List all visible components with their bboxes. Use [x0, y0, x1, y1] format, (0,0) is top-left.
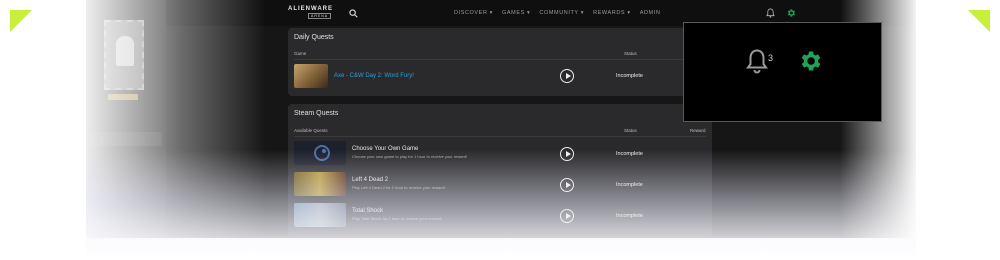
- quest-title[interactable]: Total Shock: [352, 208, 383, 214]
- daily-quests-panel: Daily Quests Game Status Axe - C&W Day 2…: [288, 28, 712, 96]
- panel-title: Steam Quests: [294, 110, 339, 117]
- quest-status: Incomplete: [616, 182, 643, 188]
- sidebar: [86, 0, 166, 238]
- column-header-reward: Reward: [690, 128, 706, 133]
- avatar[interactable]: [104, 20, 144, 90]
- side-nav-item[interactable]: [90, 180, 162, 194]
- column-header-available: Available Quests: [294, 128, 328, 133]
- gear-icon[interactable]: [786, 8, 796, 18]
- play-icon[interactable]: [560, 178, 574, 192]
- nav-item-admin[interactable]: ADMIN: [640, 10, 661, 16]
- quest-status: Incomplete: [616, 151, 643, 157]
- play-icon[interactable]: [560, 147, 574, 161]
- header-actions-popup: [683, 22, 882, 122]
- play-icon[interactable]: [560, 69, 574, 83]
- quest-thumbnail: [294, 64, 328, 88]
- nav-item-rewards[interactable]: REWARDS ▾: [593, 10, 631, 16]
- quest-status: Incomplete: [616, 213, 643, 219]
- side-nav-item[interactable]: [90, 132, 162, 146]
- panel-title: Daily Quests: [294, 34, 334, 41]
- column-header-status: Status: [624, 51, 637, 56]
- nav-item-discover[interactable]: DISCOVER ▾: [454, 10, 493, 16]
- user-level-badge: [108, 94, 138, 100]
- search-icon[interactable]: [349, 9, 358, 18]
- corner-accent-left: [10, 10, 32, 32]
- divider: [294, 59, 706, 60]
- nav-item-community[interactable]: COMMUNITY ▾: [539, 10, 584, 16]
- notification-count-badge: 3: [768, 53, 774, 63]
- logo-subtitle: ARENA: [308, 13, 332, 19]
- quest-description: Play Left 4 Dead 2 for 1 hour to receive…: [352, 185, 445, 190]
- steam-quests-panel: Steam Quests Available Quests Status Rew…: [288, 104, 712, 238]
- quest-thumbnail: [294, 172, 346, 196]
- divider: [294, 136, 706, 137]
- quest-title[interactable]: Left 4 Dead 2: [352, 177, 388, 183]
- nav-item-games[interactable]: GAMES ▾: [502, 10, 530, 16]
- play-icon[interactable]: [560, 209, 574, 223]
- settings-gear-icon[interactable]: [797, 48, 823, 74]
- main-menu: DISCOVER ▾ GAMES ▾ COMMUNITY ▾ REWARDS ▾…: [454, 10, 660, 16]
- steam-logo-icon: [314, 145, 330, 161]
- bell-icon[interactable]: [766, 8, 775, 18]
- column-header-status: Status: [624, 128, 637, 133]
- side-nav-item[interactable]: [90, 164, 162, 178]
- side-nav: [86, 130, 166, 212]
- quest-thumbnail: [294, 141, 346, 165]
- quest-title-link[interactable]: Axe - C&W Day 2: Word Fury!: [334, 73, 414, 79]
- quest-thumbnail: [294, 203, 346, 227]
- corner-accent-right: [968, 10, 990, 32]
- side-nav-item[interactable]: [90, 148, 162, 162]
- quest-status: Incomplete: [616, 73, 643, 79]
- quest-title[interactable]: Choose Your Own Game: [352, 146, 418, 152]
- quest-description: Choose your own game to play for 1 hour …: [352, 154, 468, 159]
- side-nav-item[interactable]: [90, 196, 162, 210]
- quest-description: Play Total Shock for 1 hour to receive y…: [352, 216, 442, 221]
- column-header-game: Game: [294, 51, 307, 56]
- logo[interactable]: ALIENWARE: [288, 6, 333, 12]
- notification-bell-icon[interactable]: [745, 48, 769, 74]
